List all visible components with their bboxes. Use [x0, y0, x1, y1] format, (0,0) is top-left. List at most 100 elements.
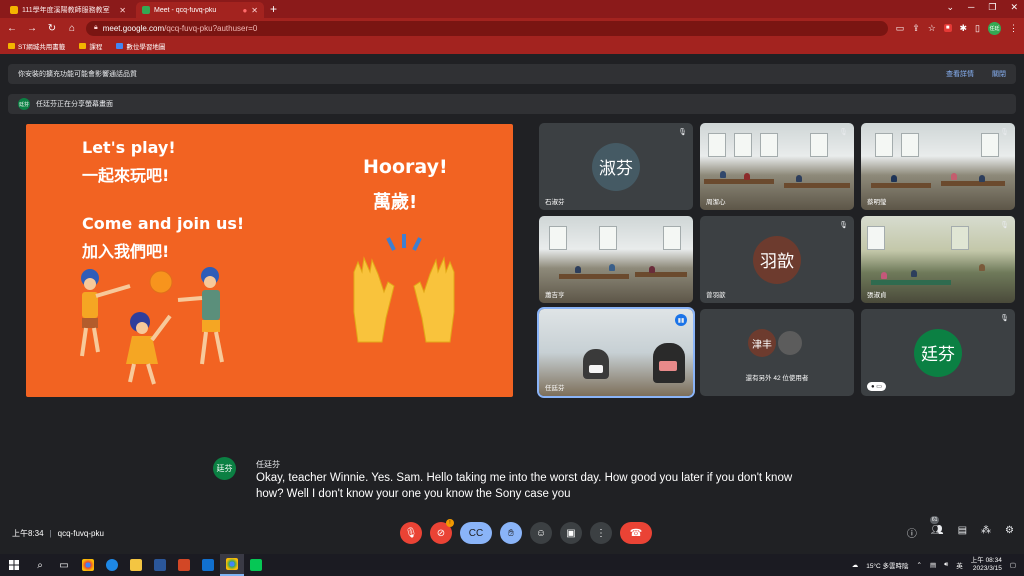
back-icon[interactable]: ←	[6, 23, 18, 34]
dismiss-button[interactable]: 關閉	[992, 69, 1006, 79]
task-view-icon[interactable]: ▭	[52, 554, 76, 576]
captions-button[interactable]: CC	[460, 522, 492, 544]
tab-label: Meet - qcq-fuvq-pku	[154, 6, 217, 14]
clock-date: 2023/3/15	[972, 565, 1002, 572]
powerpoint-icon[interactable]	[172, 554, 196, 576]
caption-speaker-avatar: 廷芬	[213, 457, 236, 480]
leave-call-button[interactable]: ☎	[620, 522, 652, 544]
tray-overflow-icon[interactable]: ⌃	[917, 561, 922, 569]
bookmark-item[interactable]: ST網城共用書籤	[8, 41, 65, 51]
call-controls: 🎙︎ ⊘! CC ✋︎ ☺ ▣ ⋮ ☎	[400, 519, 652, 544]
people-icon: 👥︎	[930, 525, 944, 536]
extensions-puzzle-icon[interactable]: ✱	[960, 23, 968, 34]
maximize-icon[interactable]: ❐	[988, 2, 996, 13]
bookmark-item[interactable]: 課程	[79, 41, 102, 51]
meeting-details-icon[interactable]: ⓘ	[907, 525, 917, 540]
close-tab-icon[interactable]: ✕	[119, 6, 126, 15]
mic-toggle-button[interactable]: 🎙︎	[400, 522, 422, 544]
windows-start-icon[interactable]	[0, 560, 28, 570]
extension-icon[interactable]: ■	[943, 24, 952, 32]
meet-favicon-icon	[142, 6, 150, 14]
system-tray: ☁ 15°C 多雲時陰 ⌃ ▤ 🔊︎ 英 上午 08:34 2023/3/15 …	[852, 557, 1024, 573]
line-app-icon[interactable]	[244, 554, 268, 576]
chrome-icon[interactable]	[76, 554, 100, 576]
close-tab-icon[interactable]: ✕	[251, 6, 258, 15]
notifications-icon[interactable]: ▢	[1010, 561, 1016, 569]
more-options-button[interactable]: ⋮	[590, 522, 612, 544]
minimize-icon[interactable]: ─	[968, 2, 974, 13]
muted-mic-icon: 🎙︎	[1000, 129, 1009, 136]
edge-icon[interactable]	[100, 554, 124, 576]
search-icon[interactable]: ⌕	[28, 554, 52, 576]
bookmark-label: 課程	[89, 44, 103, 51]
participant-tile[interactable]: 蕭吉亨	[539, 216, 693, 303]
participant-tile[interactable]: 🎙︎ 淑芬 石淑芬	[539, 123, 693, 210]
others-count-label: 還有另外 42 位使用者	[745, 375, 809, 382]
menu-icon[interactable]: ⋮	[1009, 23, 1018, 34]
participant-tile[interactable]: 🎙︎ 蔡明瑩	[861, 123, 1015, 210]
clock[interactable]: 上午 08:34 2023/3/15	[971, 557, 1002, 573]
reload-icon[interactable]: ↻	[46, 23, 58, 34]
new-tab-icon[interactable]: +	[270, 2, 277, 16]
reactions-button[interactable]: ☺	[530, 522, 552, 544]
present-button[interactable]: ▣	[560, 522, 582, 544]
forward-icon[interactable]: →	[26, 23, 38, 34]
chrome-active-icon[interactable]	[220, 554, 244, 576]
presenting-banner: 廷芬 任廷芬正在分享螢幕畫面	[8, 94, 1016, 114]
tab-classroom[interactable]: 111學年度溪陽教師服務教室 ✕	[4, 2, 132, 18]
tab-search-icon[interactable]: ⌄	[946, 2, 954, 13]
host-controls-icon[interactable]: ⚙	[1005, 525, 1014, 540]
address-bar[interactable]: 🔒︎ meet.google.com/qcq-fuvq-pku?authuser…	[86, 20, 888, 36]
slide-text-join-us: Come and join us!	[82, 214, 245, 233]
participant-name: 蔡明瑩	[867, 199, 887, 206]
folder-icon	[8, 43, 15, 49]
word-icon[interactable]	[148, 554, 172, 576]
participant-tile-presenter[interactable]: 🎙︎ 廷芬 ● ▭	[861, 309, 1015, 396]
kids-playing-illustration	[80, 267, 224, 385]
bookmark-item[interactable]: 數位學習地圖	[116, 41, 165, 51]
url-host: meet.google.com	[102, 23, 165, 33]
divider: |	[49, 529, 52, 538]
bookmark-star-icon[interactable]: ☆	[928, 23, 936, 34]
shared-screen[interactable]: Let's play! 一起來玩吧! Come and join us! 加入我…	[26, 124, 513, 397]
weather-icon[interactable]: ☁	[852, 561, 859, 569]
close-window-icon[interactable]: ✕	[1010, 2, 1018, 13]
recording-dot-icon: ●	[242, 5, 248, 15]
participant-name: 蕭吉亨	[545, 292, 565, 299]
camera-toggle-button[interactable]: ⊘!	[430, 519, 454, 544]
volume-icon[interactable]: 🔊︎	[944, 561, 948, 569]
network-icon[interactable]: ▤	[930, 561, 936, 569]
browser-toolbar: ← → ↻ ⌂ 🔒︎ meet.google.com/qcq-fuvq-pku?…	[0, 18, 1024, 38]
share-icon[interactable]: ⇪	[912, 23, 920, 34]
presenting-chip: ● ▭	[867, 382, 886, 391]
activities-icon[interactable]: ⁂	[981, 525, 991, 540]
profile-avatar[interactable]: 任廷	[988, 21, 1001, 35]
participant-tile[interactable]: 🎙︎ 周潔心	[700, 123, 854, 210]
participant-tile[interactable]: 🎙︎ 羽歆 曾羽歆	[700, 216, 854, 303]
tab-meet[interactable]: Meet - qcq-fuvq-pku ● ✕	[136, 2, 264, 18]
muted-mic-icon: 🎙︎	[839, 222, 848, 229]
view-details-button[interactable]: 查看詳情	[946, 69, 974, 79]
home-icon[interactable]: ⌂	[66, 23, 78, 34]
camera-off-icon: ⊘	[436, 527, 446, 539]
participant-tile[interactable]: 🎙︎ 張淑貞	[861, 216, 1015, 303]
lock-icon[interactable]: 🔒︎	[94, 24, 98, 32]
sidebar-icon[interactable]: ▯	[975, 23, 980, 34]
ime-indicator[interactable]: 英	[956, 560, 963, 570]
warning-text: 你安裝的擴充功能可能會影響通話品質	[18, 71, 137, 78]
muted-mic-icon: 🎙︎	[678, 129, 687, 136]
bookmark-label: 數位學習地圖	[126, 44, 166, 51]
slide-text-lets-play: Let's play!	[82, 138, 176, 157]
weather-text[interactable]: 15°C 多雲時陰	[866, 560, 908, 570]
side-panel-controls: ⓘ 61 👥︎ ▤ ⁂ ⚙	[907, 516, 1014, 540]
webex-icon[interactable]	[196, 554, 220, 576]
camera-in-use-icon[interactable]: ▭	[896, 23, 905, 34]
chat-icon[interactable]: ▤	[958, 525, 967, 540]
window-controls: ⌄ ─ ❐ ✕	[946, 2, 1018, 13]
participant-tile-self[interactable]: ▮▮ 任廷芬	[537, 307, 695, 398]
hand-icon: ✋︎	[508, 527, 514, 539]
others-tile[interactable]: 津丰 還有另外 42 位使用者	[700, 309, 854, 396]
people-button[interactable]: 61 👥︎	[929, 516, 944, 540]
raise-hand-button[interactable]: ✋︎	[500, 522, 522, 544]
file-explorer-icon[interactable]	[124, 554, 148, 576]
